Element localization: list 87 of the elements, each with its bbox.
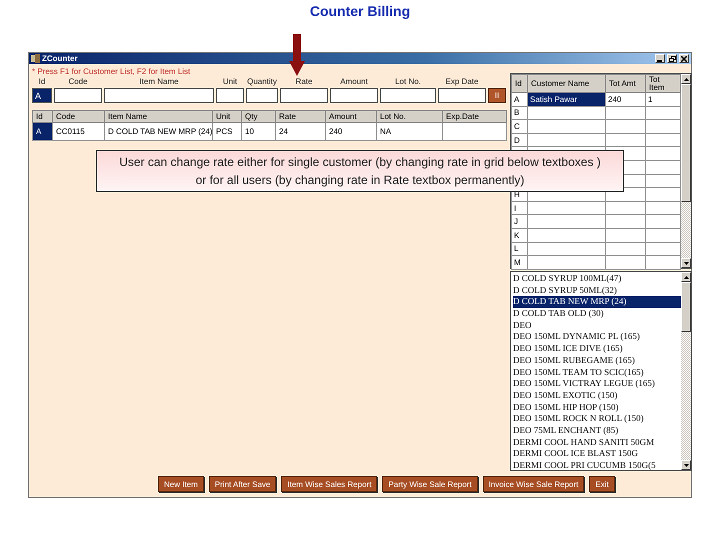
input-field[interactable]: [246, 88, 278, 103]
restore-icon: [668, 56, 676, 62]
list-item[interactable]: DEO 150ML EXOTIC (150): [513, 390, 620, 402]
list-item[interactable]: D COLD TAB NEW MRP (24): [513, 296, 681, 308]
list-item[interactable]: DERMI COOL ICE BLAST 150G: [513, 448, 640, 460]
field-label: Quantity: [246, 77, 278, 86]
minimize-button[interactable]: [655, 54, 665, 63]
list-item[interactable]: DERMI COOL PRI CUCUMB 150G(5: [513, 460, 658, 472]
table-cell: CC0115: [52, 122, 104, 140]
column-header: Lot No.: [376, 110, 442, 122]
column-header: Unit: [212, 110, 242, 122]
column-header: Tot Amt: [606, 74, 646, 92]
list-item[interactable]: DEO: [513, 320, 534, 332]
list-item[interactable]: D COLD TAB OLD (30): [513, 308, 606, 320]
list-item[interactable]: DEO 150ML DYNAMIC PL (165): [513, 331, 642, 344]
column-header: Exp.Date: [442, 110, 506, 122]
field-label: Code: [67, 77, 89, 86]
column-header: Amount: [326, 110, 376, 122]
table-cell: Satish Pawar: [528, 92, 606, 106]
close-button[interactable]: [679, 54, 689, 63]
table-cell: 10: [242, 122, 276, 140]
app-icon: [31, 54, 40, 63]
restore-button[interactable]: [667, 54, 677, 63]
action-button[interactable]: Party Wise Sale Report: [382, 476, 478, 492]
action-button[interactable]: Item Wise Sales Report: [281, 476, 378, 492]
scroll-bar[interactable]: [681, 272, 691, 470]
field-label: Amount: [339, 77, 369, 86]
table-cell: L: [512, 242, 528, 256]
table-cell: M: [512, 256, 528, 270]
hint-text: * Press F1 for Customer List, F2 for Item List: [32, 67, 192, 77]
close-icon: [681, 56, 687, 62]
field-label: Id: [38, 77, 46, 86]
action-button[interactable]: Print After Save: [208, 476, 276, 492]
table-cell: NA: [376, 122, 442, 140]
column-header: Id: [512, 74, 528, 92]
scroll-bar[interactable]: [681, 74, 691, 268]
action-button[interactable]: New Item: [158, 476, 204, 492]
table-cell: [442, 122, 506, 140]
column-header: Qty: [242, 110, 276, 122]
action-button[interactable]: Invoice Wise Sale Report: [482, 476, 584, 492]
action-button[interactable]: Exit: [589, 476, 615, 492]
down-arrow: [289, 34, 305, 76]
list-item[interactable]: DEO 150ML TEAM TO SCIC(165): [513, 366, 646, 378]
table-cell: 240: [606, 92, 646, 106]
column-header: Rate: [276, 110, 326, 122]
slide-title: Counter Billing: [310, 3, 410, 19]
table-cell: C: [512, 120, 528, 134]
column-header: Id: [32, 110, 52, 122]
list-item[interactable]: DEO 150ML ICE DIVE (165): [513, 343, 625, 355]
table-cell: D: [512, 133, 528, 147]
table-cell: I: [512, 201, 528, 215]
input-field[interactable]: [54, 88, 102, 103]
list-item[interactable]: DEO 150ML RUBEGAME (165): [513, 354, 637, 366]
column-header: Item Name: [104, 110, 212, 122]
list-item[interactable]: D COLD SYRUP 100ML(47): [513, 273, 624, 285]
table-cell: PCS: [212, 122, 242, 140]
list-item[interactable]: DEO 150ML VICTRAY LEGUE (165): [513, 378, 657, 390]
table-cell: J: [512, 214, 528, 228]
list-item[interactable]: DERMI COOL HAND SANITI 50GM: [513, 436, 656, 448]
input-field[interactable]: [216, 88, 244, 103]
table-cell: A: [32, 122, 52, 140]
input-field[interactable]: [438, 88, 486, 103]
input-field[interactable]: A: [32, 88, 52, 103]
table-cell: B: [512, 106, 528, 120]
window-title: ZCounter: [42, 54, 78, 63]
input-field[interactable]: [280, 88, 328, 103]
add-button[interactable]: II: [488, 88, 506, 103]
field-label: Lot No.: [394, 77, 422, 86]
table-cell: K: [512, 228, 528, 242]
table-cell: 24: [276, 122, 326, 140]
field-label: Unit: [222, 77, 238, 86]
field-label: Rate: [294, 77, 314, 86]
column-header: Customer Name: [528, 74, 606, 92]
field-label: Item Name: [138, 77, 180, 86]
list-item[interactable]: DEO 150ML HIP HOP (150): [513, 402, 620, 414]
table-cell: 240: [326, 122, 376, 140]
column-header: Code: [52, 110, 104, 122]
input-field[interactable]: [380, 88, 436, 103]
column-header: Tot Item: [646, 74, 680, 92]
table-cell: D COLD TAB NEW MRP (24): [104, 122, 212, 140]
list-item[interactable]: DEO 150ML ROCK N ROLL (150): [513, 413, 646, 425]
field-label: Exp Date: [444, 77, 480, 86]
list-item[interactable]: DEO 75ML ENCHANT (85): [513, 424, 620, 437]
input-field[interactable]: [104, 88, 214, 103]
list-item[interactable]: D COLD SYRUP 50ML(32): [513, 284, 619, 296]
input-field[interactable]: [330, 88, 378, 103]
callout-note: User can change rate either for single customer (by changing rate in grid below textboxes ) or for all users (by changing rate in Rate textbox permanently): [96, 150, 624, 192]
